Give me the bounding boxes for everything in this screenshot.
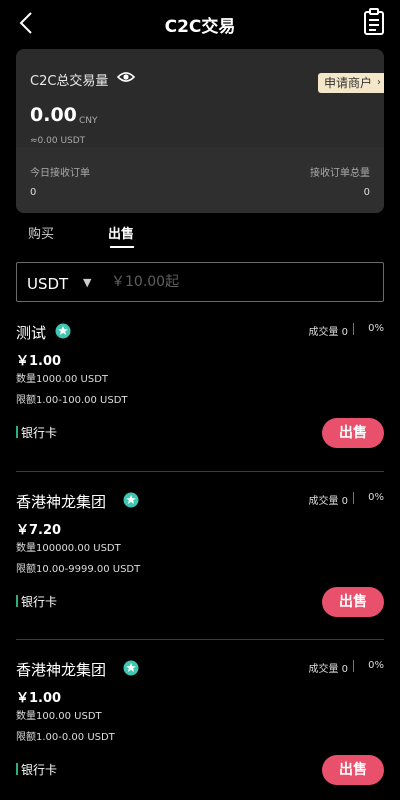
tab-buy[interactable]: 购买 (28, 223, 54, 242)
sell-button[interactable]: 出售 (322, 418, 384, 448)
trade-summary-card: C2C总交易量 申请商户 › 0.00 CNY ≈0.00 USDT 今日接收订… (16, 49, 384, 213)
amount-input[interactable] (111, 272, 371, 292)
offer-divider (16, 471, 384, 472)
total-volume-value: 0.00 (30, 104, 77, 126)
merchant-name[interactable]: 香港神龙集团 (16, 491, 106, 512)
today-orders-value: 0 (30, 187, 37, 198)
currency-select[interactable]: USDT (27, 275, 68, 293)
trade-volume: 成交量 0 (308, 496, 348, 507)
total-orders-label: 接收订单总量 (310, 168, 370, 179)
offer-price: ￥1.00 (16, 354, 62, 369)
payment-method: 银行卡 (21, 763, 58, 777)
payment-method-marker (16, 595, 18, 607)
merchant-name[interactable]: 测试 (16, 322, 46, 343)
summary-stats-panel (16, 147, 384, 213)
completion-rate: 0% (368, 323, 384, 334)
offer-card: 香港神龙集团 成交量 0 0% ￥7.20 数量100000.00 USDT 限… (0, 491, 400, 657)
offer-price: ￥1.00 (16, 691, 62, 706)
total-orders-value: 0 (363, 187, 370, 198)
sell-button[interactable]: 出售 (322, 587, 384, 617)
trade-volume: 成交量 0 (308, 327, 348, 338)
tab-sell[interactable]: 出售 (108, 223, 134, 242)
completion-rate: 0% (368, 492, 384, 503)
offer-price: ￥7.20 (16, 523, 62, 538)
page-title: C2C交易 (164, 17, 236, 37)
today-orders-label: 今日接收订单 (30, 168, 90, 179)
offer-quantity: 数量1000.00 USDT (16, 374, 109, 385)
volume-separator (353, 323, 354, 335)
offer-quantity: 数量100000.00 USDT (16, 543, 121, 554)
apply-merchant-button[interactable]: 申请商户 › (317, 73, 384, 93)
verified-star-icon (55, 323, 71, 339)
verified-star-icon (123, 660, 139, 676)
total-volume-label: C2C总交易量 (30, 74, 109, 89)
completion-rate: 0% (368, 660, 384, 671)
active-tab-indicator (110, 246, 134, 248)
trade-volume: 成交量 0 (308, 664, 348, 675)
payment-method-marker (16, 763, 18, 775)
payment-method: 银行卡 (21, 426, 58, 440)
payment-method-marker (16, 426, 18, 438)
offer-card: 测试 成交量 0 0% ￥1.00 数量1000.00 USDT 限额1.00-… (0, 322, 400, 488)
eye-icon[interactable] (117, 70, 135, 84)
total-volume-unit: CNY (79, 116, 98, 126)
sell-button[interactable]: 出售 (322, 755, 384, 785)
volume-separator (353, 660, 354, 672)
offer-quantity: 数量100.00 USDT (16, 711, 102, 722)
caret-down-icon[interactable]: ▼ (83, 276, 91, 289)
verified-star-icon (123, 492, 139, 508)
offer-limit: 限额10.00-9999.00 USDT (16, 564, 141, 575)
order-list-icon[interactable] (362, 8, 386, 36)
offer-limit: 限额1.00-100.00 USDT (16, 395, 128, 406)
amount-filter-bar: USDT ▼ (16, 262, 384, 302)
volume-separator (353, 492, 354, 504)
apply-merchant-label: 申请商户 (323, 76, 372, 90)
top-nav-bar: C2C交易 (0, 0, 400, 46)
offer-divider (16, 639, 384, 640)
payment-method: 银行卡 (21, 595, 58, 609)
total-volume-usdt: ≈0.00 USDT (30, 136, 86, 146)
offer-card: 香港神龙集团 成交量 0 0% ￥1.00 数量100.00 USDT 限额1.… (0, 659, 400, 800)
merchant-name[interactable]: 香港神龙集团 (16, 659, 106, 680)
chevron-right-icon: › (377, 77, 381, 88)
offer-limit: 限额1.00-0.00 USDT (16, 732, 115, 743)
